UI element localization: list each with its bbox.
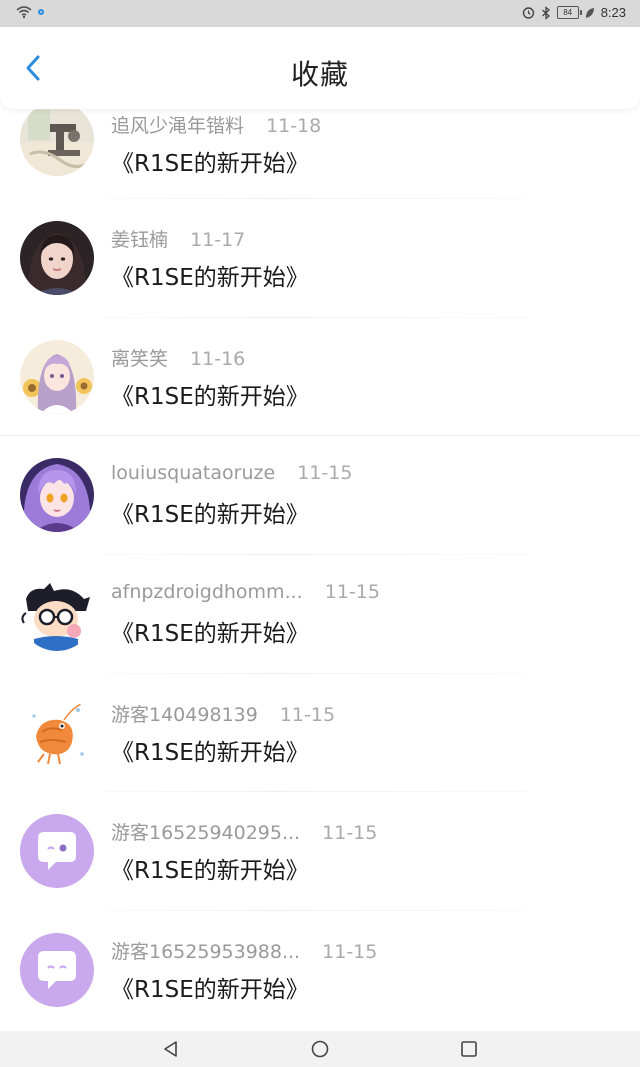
alarm-icon <box>522 7 534 19</box>
date: 11-15 <box>279 703 336 726</box>
battery-level: 84 <box>563 8 573 17</box>
date: 11-15 <box>322 941 378 964</box>
date: 11-15 <box>324 581 380 604</box>
user-name: afnpzdroigdhomm... <box>111 581 303 604</box>
item-title: 《R1SE的新开始》 <box>111 977 309 1004</box>
bluetooth-icon <box>541 5 550 20</box>
battery-indicator: 84 <box>556 6 582 19</box>
date: 11-17 <box>190 229 246 251</box>
item-title: 《R1SE的新开始》 <box>111 621 309 648</box>
avatar <box>20 102 94 176</box>
nav-back-button[interactable] <box>160 1038 182 1060</box>
user-name: 游客140498139 <box>111 703 258 726</box>
favorites-screen: 84 8:23 收藏 追风少渑年锴料 11-18 《R1SE的新开始》 姜钰楠 … <box>0 0 640 1067</box>
list-item[interactable]: afnpzdroigdhomm... 11-15 《R1SE的新开始》 <box>0 555 640 674</box>
girl-portrait-photo-icon <box>20 221 94 295</box>
user-name: 游客16525940295... <box>111 822 301 845</box>
date: 11-15 <box>297 462 353 485</box>
square-recents-icon <box>461 1041 477 1057</box>
notification-dot-icon <box>38 9 44 15</box>
list-item[interactable]: 追风少渑年锴料 11-18 《R1SE的新开始》 <box>0 102 640 199</box>
girl-sunflower-illustration-icon <box>20 339 94 414</box>
nav-home-button[interactable] <box>309 1038 331 1060</box>
avatar <box>20 695 94 770</box>
list-item[interactable]: 游客16525953988... 11-15 《R1SE的新开始》 <box>0 911 640 1030</box>
status-bar: 84 8:23 <box>0 0 640 27</box>
default-chat-bubble-icon <box>20 933 94 1008</box>
sewing-machine-photo-icon <box>20 102 94 176</box>
list-item[interactable]: 游客140498139 11-15 《R1SE的新开始》 <box>0 674 640 793</box>
system-nav-bar <box>0 1031 640 1067</box>
item-title: 《R1SE的新开始》 <box>111 739 309 766</box>
default-chat-bubble-icon <box>20 814 94 889</box>
date: 11-15 <box>322 822 378 845</box>
list-item[interactable]: 游客16525940295... 11-15 《R1SE的新开始》 <box>0 792 640 912</box>
cartoon-boy-glasses-icon <box>20 577 94 652</box>
user-name: 游客16525953988... <box>111 941 301 964</box>
leaf-icon <box>585 7 594 18</box>
list-item[interactable]: louiusquataoruze 11-15 《R1SE的新开始》 <box>0 436 640 556</box>
anime-purple-hair-icon <box>20 458 94 533</box>
item-title: 《R1SE的新开始》 <box>111 265 309 291</box>
user-name: 追风少渑年锴料 <box>111 115 245 137</box>
avatar <box>20 577 94 652</box>
item-title: 《R1SE的新开始》 <box>111 502 309 529</box>
item-title: 《R1SE的新开始》 <box>111 383 309 410</box>
cartoon-shrimp-icon <box>20 695 94 770</box>
avatar <box>20 933 94 1008</box>
avatar <box>20 221 94 295</box>
list-item[interactable]: 离笑笑 11-16 《R1SE的新开始》 <box>0 318 640 437</box>
avatar <box>20 339 94 414</box>
circle-home-icon <box>311 1040 329 1058</box>
item-title: 《R1SE的新开始》 <box>111 151 309 177</box>
wifi-icon <box>16 6 32 19</box>
nav-recents-button[interactable] <box>458 1038 480 1060</box>
status-time: 8:23 <box>600 5 626 20</box>
list-item[interactable]: 姜钰楠 11-17 《R1SE的新开始》 <box>0 199 640 318</box>
triangle-back-icon <box>164 1041 177 1057</box>
favorites-list: 追风少渑年锴料 11-18 《R1SE的新开始》 姜钰楠 11-17 《R1SE… <box>0 102 640 1030</box>
date: 11-16 <box>190 347 246 370</box>
avatar <box>20 458 94 533</box>
item-title: 《R1SE的新开始》 <box>111 858 309 885</box>
date: 11-18 <box>266 115 322 137</box>
user-name: 姜钰楠 <box>111 229 169 251</box>
avatar <box>20 814 94 889</box>
page-title: 收藏 <box>290 58 349 91</box>
user-name: 离笑笑 <box>111 347 169 370</box>
app-header: 收藏 <box>0 27 640 109</box>
user-name: louiusquataoruze <box>111 462 276 485</box>
